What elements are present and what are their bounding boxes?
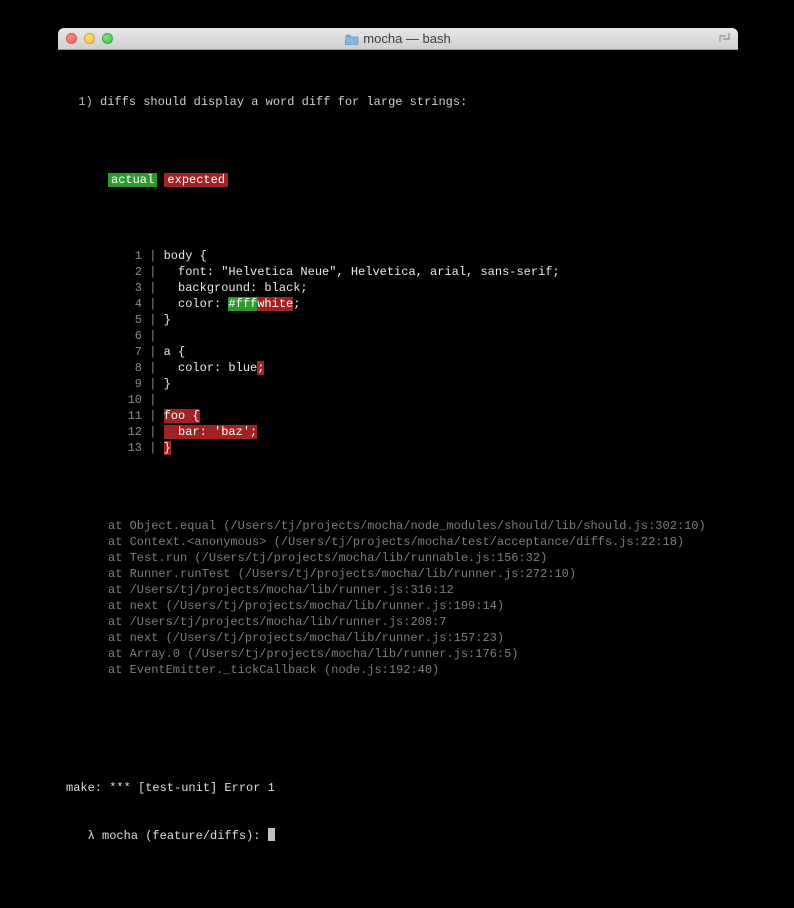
gutter-bar: | [142,393,164,407]
terminal-body[interactable]: 1) diffs should display a word diff for … [58,50,738,908]
diff-segment: color: [164,297,229,311]
gutter-bar: | [142,281,164,295]
diff-line: 7 | a { [108,344,732,360]
diff-line: 2 | font: "Helvetica Neue", Helvetica, a… [108,264,732,280]
terminal-window: mocha — bash 1) diffs should display a w… [58,28,738,601]
stack-frame: at EventEmitter._tickCallback (node.js:1… [108,662,732,678]
maximize-icon[interactable] [718,32,732,44]
diff-line: 9 | } [108,376,732,392]
test-title: diffs should display a word diff for lar… [100,95,467,109]
gutter-bar: | [142,361,164,375]
diff-line: 11 | foo { [108,408,732,424]
line-number: 13 [108,440,142,456]
diff-segment: bar: 'baz'; [164,425,258,439]
gutter-bar: | [142,249,164,263]
diff-segment: #fff [228,297,257,311]
titlebar: mocha — bash [58,28,738,50]
gutter-bar: | [142,409,164,423]
line-number: 12 [108,424,142,440]
gutter-bar: | [142,345,164,359]
line-number: 10 [108,392,142,408]
diff-line: 1 | body { [108,248,732,264]
traffic-lights [58,33,113,44]
prompt-text: mocha (feature/diffs): [102,829,268,843]
window-title-text: mocha — bash [363,31,450,46]
gutter-bar: | [142,377,164,391]
line-number: 2 [108,264,142,280]
diff-segment: white [257,297,293,311]
diff-line: 3 | background: black; [108,280,732,296]
test-header: 1) diffs should display a word diff for … [64,94,732,110]
close-button[interactable] [66,33,77,44]
diff-segment: font: "Helvetica Neue", Helvetica, arial… [164,265,560,279]
line-number: 9 [108,376,142,392]
line-number: 1 [108,248,142,264]
diff-segment: foo { [164,409,200,423]
minimize-button[interactable] [84,33,95,44]
diff-segment: ; [257,361,264,375]
stack-frame: at /Users/tj/projects/mocha/lib/runner.j… [108,582,732,598]
test-number: 1) [78,95,92,109]
gutter-bar: | [142,297,164,311]
line-number: 11 [108,408,142,424]
diff-segment: color: blue [164,361,258,375]
line-number: 6 [108,328,142,344]
diff-block: 1 | body {2 | font: "Helvetica Neue", He… [64,248,732,456]
stack-frame: at Context.<anonymous> (/Users/tj/projec… [108,534,732,550]
diff-line: 5 | } [108,312,732,328]
gutter-bar: | [142,329,164,343]
diff-segment: } [164,313,171,327]
diff-segment: } [164,441,171,455]
diff-segment: ; [293,297,300,311]
diff-segment: body { [164,249,207,263]
line-number: 5 [108,312,142,328]
diff-line: 4 | color: #fffwhite; [108,296,732,312]
line-number: 4 [108,296,142,312]
stack-frame: at next (/Users/tj/projects/mocha/lib/ru… [108,598,732,614]
diff-line: 10 | [108,392,732,408]
line-number: 8 [108,360,142,376]
gutter-bar: | [142,425,164,439]
gutter-bar: | [142,265,164,279]
gutter-bar: | [142,441,164,455]
stack-trace: at Object.equal (/Users/tj/projects/moch… [64,518,732,678]
gutter-bar: | [142,313,164,327]
diff-legend: actual expected [64,172,732,188]
window-title: mocha — bash [58,31,738,46]
cursor [268,828,275,841]
line-number: 7 [108,344,142,360]
stack-frame: at Array.0 (/Users/tj/projects/mocha/lib… [108,646,732,662]
diff-segment: a { [164,345,186,359]
diff-line: 13 | } [108,440,732,456]
stack-frame: at Object.equal (/Users/tj/projects/moch… [108,518,732,534]
diff-line: 8 | color: blue; [108,360,732,376]
diff-segment: background: black; [164,281,308,295]
lambda-icon: λ [88,829,95,843]
line-number: 3 [108,280,142,296]
stack-frame: at next (/Users/tj/projects/mocha/lib/ru… [108,630,732,646]
stack-frame: at Test.run (/Users/tj/projects/mocha/li… [108,550,732,566]
diff-line: 6 | [108,328,732,344]
prompt-line[interactable]: λ mocha (feature/diffs): [66,828,732,844]
zoom-button[interactable] [102,33,113,44]
diff-segment: } [164,377,171,391]
make-error: make: *** [test-unit] Error 1 [66,780,732,796]
folder-icon [345,33,359,45]
legend-expected: expected [164,173,228,187]
footer: make: *** [test-unit] Error 1 λ mocha (f… [64,748,732,876]
diff-line: 12 | bar: 'baz'; [108,424,732,440]
legend-actual: actual [108,173,157,187]
stack-frame: at /Users/tj/projects/mocha/lib/runner.j… [108,614,732,630]
stack-frame: at Runner.runTest (/Users/tj/projects/mo… [108,566,732,582]
